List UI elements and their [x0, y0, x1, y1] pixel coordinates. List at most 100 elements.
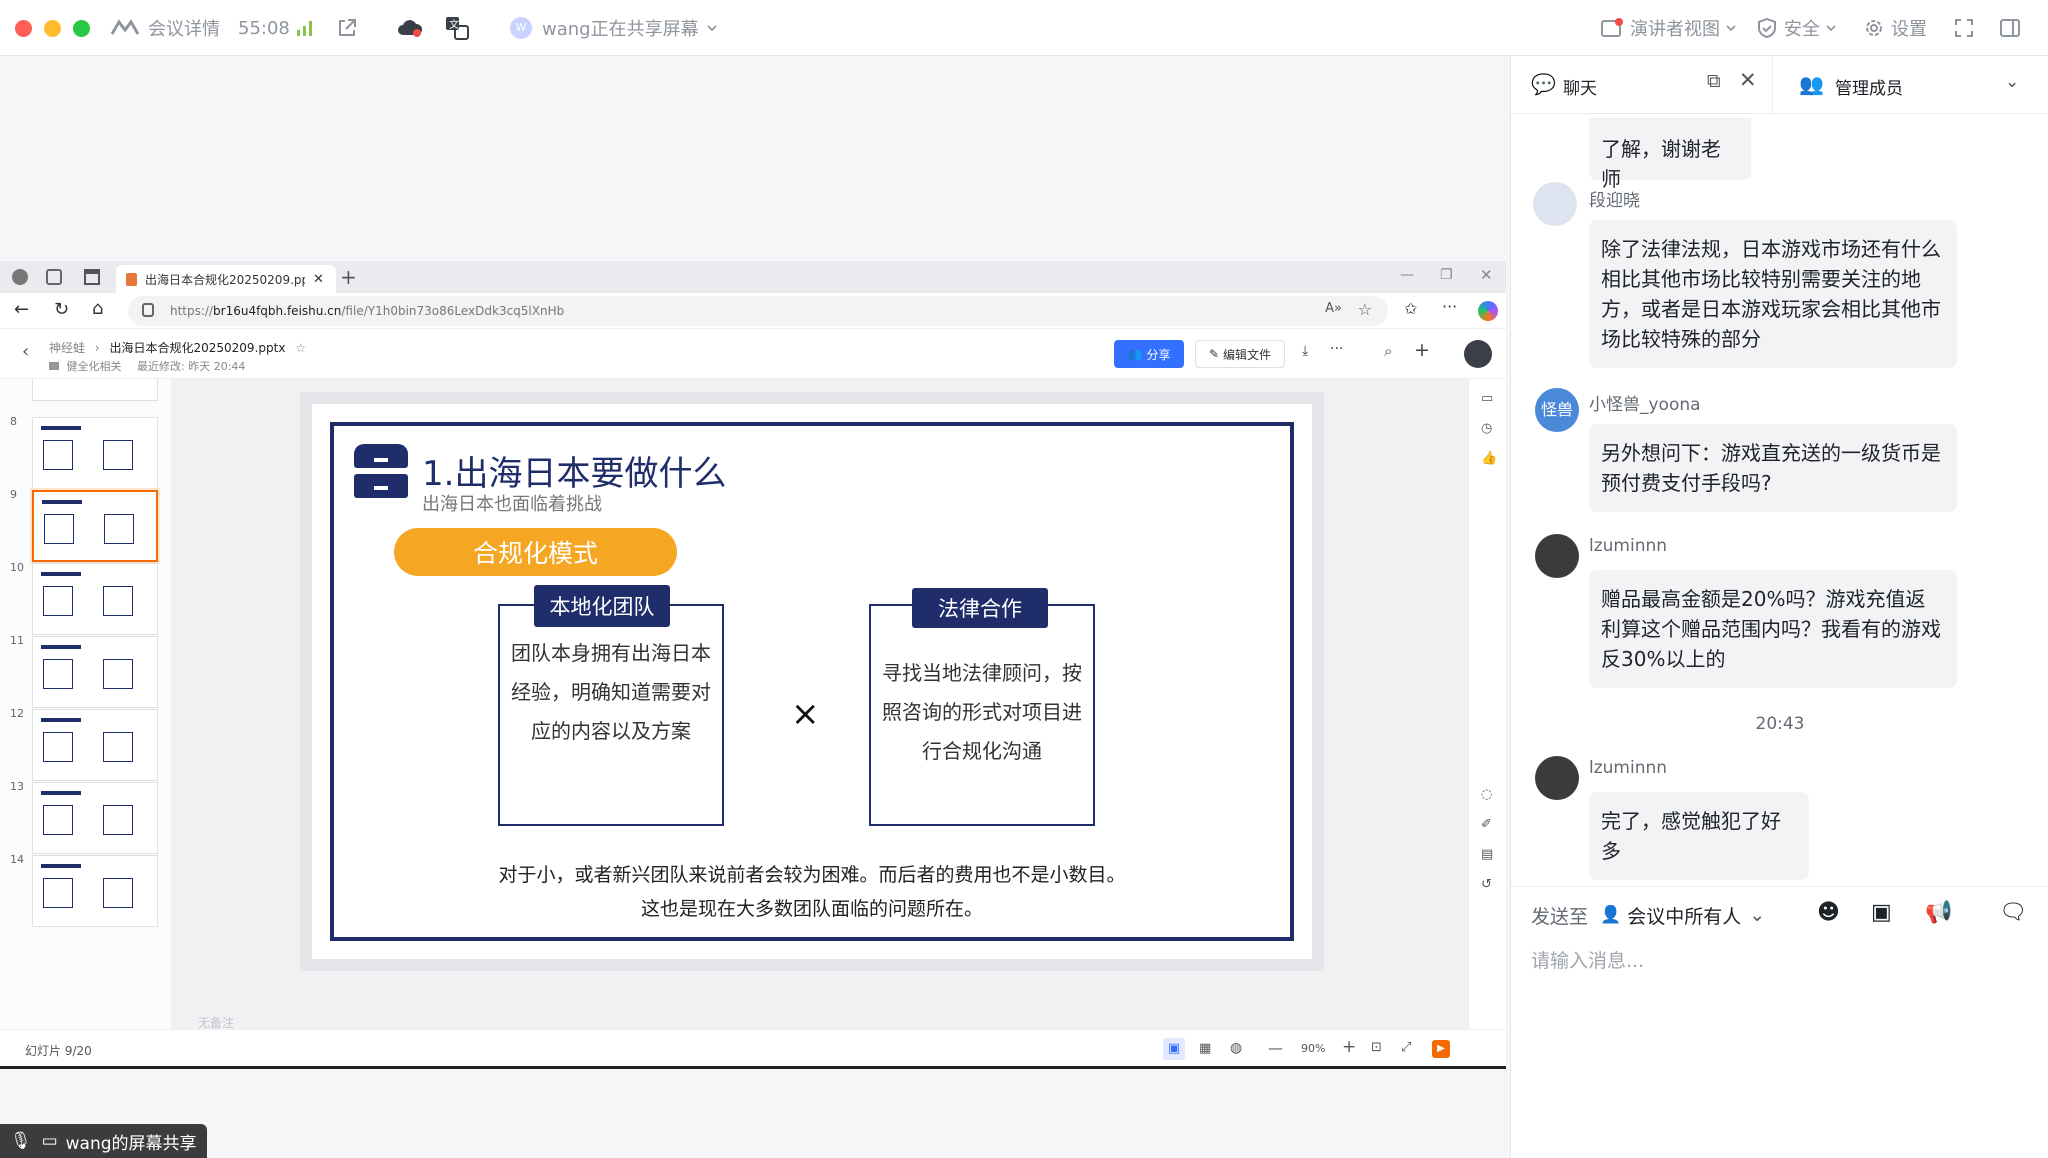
profile-icon[interactable] [12, 269, 28, 285]
folder-icon [49, 362, 59, 370]
favorite-star-icon[interactable]: ☆ [1358, 300, 1372, 319]
slide-thumbnail[interactable] [32, 490, 158, 562]
url-host: br16u4fqbh.feishu.cn [213, 304, 342, 318]
copilot-icon[interactable] [1478, 301, 1498, 321]
tab-members[interactable]: 👥 管理成员 ⌄ [1773, 56, 2048, 114]
emoji-icon[interactable]: ☻ [1817, 900, 1840, 925]
avatar[interactable]: 怪兽 [1535, 388, 1579, 432]
chevron-down-icon[interactable]: ⌄ [2005, 72, 2019, 92]
home-icon[interactable]: ⌂ [92, 298, 103, 319]
edit-file-button[interactable]: ✎ 编辑文件 [1195, 340, 1285, 368]
message-sender: 段迎晓 [1589, 191, 1640, 211]
folder-upload-icon[interactable]: ▣ [1871, 900, 1892, 925]
presenter-view-button[interactable]: 演讲者视图 [1600, 0, 1738, 56]
microphone-icon[interactable]: 🎙 [10, 1131, 32, 1151]
more-options-icon[interactable]: ··· [1330, 341, 1343, 357]
tab-actions-icon[interactable] [84, 269, 100, 285]
breadcrumb-root[interactable]: 神经蛙 [49, 341, 85, 355]
gear-icon [1866, 20, 1882, 36]
sharing-status-dropdown[interactable]: W wang正在共享屏幕 [510, 0, 719, 56]
security-label: 安全 [1784, 19, 1820, 40]
zoom-out-icon[interactable]: — [1268, 1039, 1283, 1057]
tab-title: 出海日本合规化20250209.pptx [145, 272, 305, 287]
url-prefix: https:// [170, 304, 214, 318]
window-maximize-button[interactable] [73, 20, 90, 37]
sync-icon[interactable]: ↺ [1481, 877, 1492, 892]
share-button[interactable]: 👥 分享 [1114, 340, 1184, 368]
slide-thumbnail[interactable] [32, 782, 158, 854]
add-icon[interactable]: + [1414, 339, 1430, 361]
download-icon[interactable]: ⤓ [1302, 343, 1308, 359]
browser-tab-active[interactable]: 出海日本合规化20250209.pptx ✕ [116, 265, 336, 293]
document-icon[interactable]: ▤ [1481, 847, 1493, 862]
edit-note-icon[interactable]: ✐ [1481, 817, 1492, 832]
security-button[interactable]: 安全 [1756, 0, 1838, 56]
message-sender: 小怪兽_yoona [1589, 395, 1701, 415]
grid-view-icon[interactable]: ▦ [1199, 1041, 1211, 1056]
message-input[interactable]: 请输入消息... [1531, 946, 2031, 986]
share-icon: 👥 [1127, 347, 1143, 361]
feishu-logo-icon [110, 19, 140, 35]
sidebar-toggle-icon[interactable] [1999, 0, 2021, 56]
more-menu-icon[interactable]: ··· [1442, 297, 1457, 316]
shared-screen-area: 出海日本合规化20250209.pptx ✕ + — ❐ ✕ ← ↻ ⌂ htt… [0, 56, 1510, 1158]
megaphone-icon[interactable]: 📢 [1925, 900, 1952, 925]
address-bar[interactable]: https://br16u4fqbh.feishu.cn/file/Y1h0bi… [128, 296, 1388, 326]
external-link-icon[interactable] [336, 0, 358, 56]
refresh-icon[interactable]: ↻ [54, 299, 69, 320]
meeting-details-button[interactable]: 会议详情 55:08 [110, 0, 290, 56]
zoom-in-icon[interactable]: + [1342, 1037, 1356, 1057]
slide-subtitle: 出海日本也面临着挑战 [422, 494, 602, 515]
window-close-icon[interactable]: ✕ [1480, 266, 1493, 284]
user-avatar[interactable] [1464, 340, 1492, 368]
slide-thumbnail[interactable] [32, 563, 158, 635]
search-icon[interactable]: ⌕ [1384, 342, 1392, 360]
back-chevron-icon[interactable]: ‹ [22, 341, 29, 362]
favorites-icon[interactable]: ✩ [1404, 299, 1417, 318]
star-icon[interactable]: ☆ [295, 341, 306, 355]
expand-icon[interactable]: ⤢ [1401, 1040, 1411, 1055]
doc-folder[interactable]: 健全化相关 [67, 360, 122, 373]
comment-icon[interactable]: ▭ [1481, 391, 1493, 406]
slide-thumbnail-panel: 8 9 10 11 12 13 14 [0, 379, 172, 1029]
tab-close-icon[interactable]: ✕ [313, 272, 324, 287]
globe-icon[interactable]: ◍ [1230, 1040, 1242, 1056]
tab-chat[interactable]: 💬 聊天 ⧉ ✕ [1511, 56, 1773, 114]
avatar[interactable] [1535, 534, 1579, 578]
slide-footer-line1: 对于小，或者新兴团队来说前者会较为困难。而后者的费用也不是小数目。 [498, 864, 1126, 886]
collections-icon[interactable] [46, 269, 62, 285]
like-icon[interactable]: 👍 [1481, 451, 1497, 466]
cloud-record-icon[interactable] [396, 0, 424, 56]
lightbulb-icon[interactable]: ◌ [1481, 787, 1492, 802]
translate-icon[interactable]: 文 [444, 0, 470, 56]
close-icon[interactable]: ✕ [1739, 68, 1757, 92]
present-play-icon[interactable]: ▶ [1432, 1040, 1450, 1058]
history-icon[interactable]: ◷ [1481, 421, 1492, 436]
fit-screen-icon[interactable]: ⊡ [1371, 1040, 1382, 1055]
avatar[interactable] [1535, 756, 1579, 800]
slide-thumbnail[interactable] [32, 379, 158, 401]
slide-thumbnail[interactable] [32, 855, 158, 927]
normal-view-icon[interactable]: ▣ [1163, 1038, 1185, 1060]
back-arrow-icon[interactable]: ← [14, 299, 29, 320]
meeting-details-label: 会议详情 [148, 19, 220, 40]
send-to-selector[interactable]: 发送至 👤 会议中所有人 ⌄ [1531, 898, 1765, 932]
window-minimize-button[interactable] [44, 20, 61, 37]
thumbnail-number: 8 [10, 415, 17, 428]
zoom-level[interactable]: 90% [1301, 1042, 1325, 1055]
slide-thumbnail[interactable] [32, 636, 158, 708]
slide-thumbnail[interactable] [32, 709, 158, 781]
read-aloud-icon[interactable]: A» [1325, 301, 1342, 316]
slide-thumbnail[interactable] [32, 417, 158, 489]
avatar[interactable] [1533, 182, 1577, 226]
tab-chat-label: 聊天 [1563, 79, 1597, 99]
window-close-button[interactable] [15, 20, 32, 37]
window-minimize-icon[interactable]: — [1400, 267, 1414, 283]
popout-icon[interactable]: ⧉ [1707, 70, 1721, 92]
new-tab-button[interactable]: + [340, 265, 357, 289]
fullscreen-icon[interactable] [1953, 0, 1975, 56]
settings-button[interactable]: 设置 [1863, 0, 1927, 56]
window-restore-icon[interactable]: ❐ [1440, 267, 1453, 283]
chat-settings-icon[interactable]: 🗨 [1999, 900, 2027, 925]
network-signal-icon[interactable] [295, 0, 315, 56]
